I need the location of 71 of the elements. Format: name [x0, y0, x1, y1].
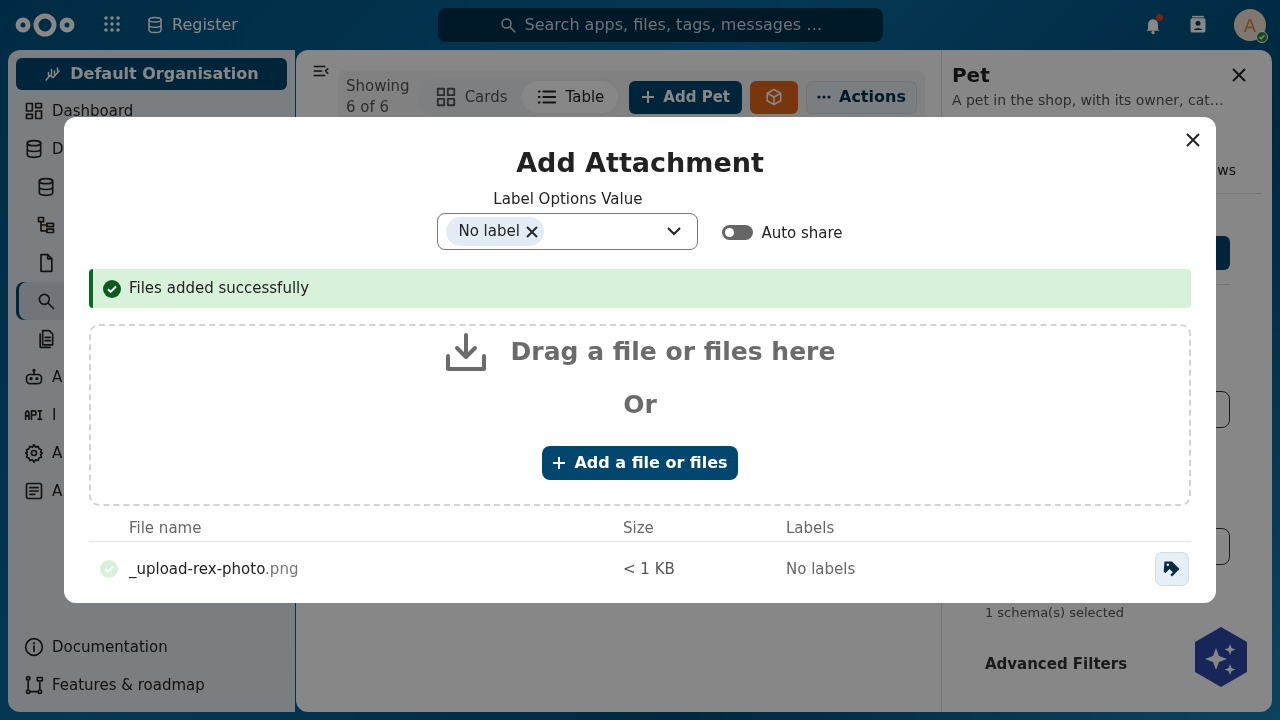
contacts-icon[interactable]	[1188, 15, 1208, 35]
dropzone-headline: Drag a file or files here	[510, 336, 836, 369]
apps-icon[interactable]	[104, 16, 122, 34]
cube-button[interactable]	[750, 80, 798, 114]
sidebar-item[interactable]: A	[16, 358, 76, 396]
close-icon	[1186, 133, 1200, 148]
panel-description: A pet in the shop, with its owner, cat…	[951, 91, 1225, 110]
add-button[interactable]: Add Pet	[629, 80, 742, 114]
result-count: Showing	[345, 76, 410, 97]
view-toggle-tab[interactable]: Cards	[420, 80, 522, 114]
check-circle-icon	[103, 279, 121, 298]
dialog-title: Add Attachment	[515, 146, 765, 180]
toggle-switch[interactable]	[722, 225, 754, 241]
table-cell-text: No labels	[786, 558, 857, 580]
plus-icon	[552, 455, 567, 470]
schema-count: 1 schema(s) selected	[984, 604, 1126, 622]
label-select[interactable]: No label	[437, 213, 699, 250]
list-icon	[24, 481, 44, 501]
robot-icon	[24, 367, 44, 387]
hierarchy-icon	[36, 215, 56, 235]
edit-labels-button[interactable]	[1155, 552, 1189, 586]
file-name: _upload-rex-photo.png	[129, 558, 299, 580]
cards-icon	[434, 86, 457, 108]
label-chip: No label	[446, 217, 544, 246]
gear-icon	[24, 443, 44, 463]
files-icon	[36, 329, 56, 349]
search-field[interactable]: Search apps, files, tags, messages …	[437, 8, 883, 42]
cube-icon	[765, 88, 783, 106]
chart-icon	[44, 65, 63, 83]
view-toggle-tab[interactable]: Table	[521, 80, 619, 114]
search-icon	[36, 291, 56, 311]
result-count: 6 of 6	[345, 97, 391, 118]
actions-button[interactable]: Actions	[806, 80, 917, 114]
more-icon	[817, 95, 831, 99]
close-icon[interactable]	[1232, 68, 1246, 82]
search-icon	[498, 16, 517, 34]
section-heading: Advanced Filters	[984, 653, 1129, 675]
success-alert: Files added successfully	[89, 269, 1191, 308]
table-cell-text: < 1 KB	[623, 558, 676, 580]
column-header: Labels	[786, 517, 836, 539]
register-app-link[interactable]: Register	[146, 13, 238, 37]
logo-icon	[14, 11, 76, 39]
database-icon	[146, 16, 164, 34]
separator-text: Or	[623, 389, 657, 421]
dashboard-icon	[24, 101, 44, 121]
column-header: Size	[623, 517, 655, 539]
add-files-button[interactable]: Add a file or files	[542, 445, 738, 480]
info-icon	[24, 637, 44, 657]
download-icon	[444, 332, 487, 372]
sidebar-link[interactable]: Documentation	[16, 628, 287, 666]
switch-label: Auto share	[761, 222, 843, 244]
organisation-button[interactable]: Default Organisation	[16, 58, 287, 90]
sidebar-item[interactable]: Dashboard	[16, 92, 287, 130]
sidebar-item[interactable]: A	[16, 434, 76, 472]
remove-icon[interactable]	[525, 225, 538, 238]
sidebar-item[interactable]: I	[16, 396, 76, 434]
database-icon	[36, 177, 56, 197]
panel-title: Pet	[951, 62, 990, 89]
field-label: Label Options Value	[493, 188, 643, 210]
panel-tab[interactable]: ws	[1217, 160, 1236, 181]
sidebar-item[interactable]: A	[16, 472, 76, 510]
sidebar-link[interactable]: Features & roadmap	[16, 666, 287, 704]
tag-icon	[1162, 559, 1182, 579]
chevron-down-icon	[667, 227, 682, 236]
column-header: File name	[128, 517, 203, 539]
roadmap-icon	[24, 675, 44, 695]
plus-icon	[641, 90, 656, 104]
sparkle-icon[interactable]	[1194, 626, 1248, 688]
sidebar-item[interactable]: D	[16, 130, 76, 168]
database-icon	[24, 139, 44, 159]
drop-zone[interactable]: Drag a file or files here Or Add a file or files	[89, 324, 1191, 506]
